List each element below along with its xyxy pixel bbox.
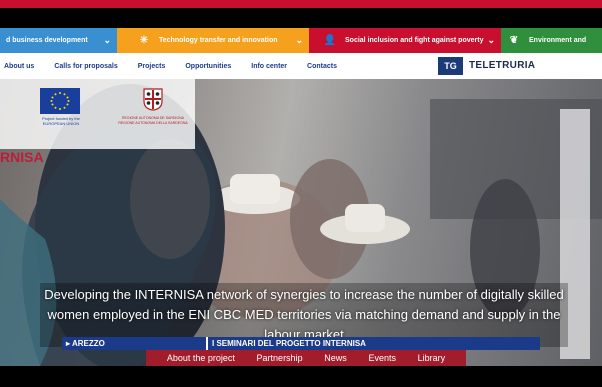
nav-calls-for-proposals[interactable]: Calls for proposals: [54, 63, 117, 70]
topic-label: Social inclusion and fight against pover…: [345, 37, 484, 44]
topic-social-inclusion[interactable]: 👤 Social inclusion and fight against pov…: [309, 28, 501, 53]
topic-label: Environment and: [529, 37, 587, 44]
tv-channel-name: TELETRURIA: [469, 60, 536, 71]
project-subnav: About the project Partnership News Event…: [146, 350, 466, 366]
ticker-location: ▸ AREZZO: [62, 337, 206, 350]
leaf-icon: ❦: [509, 35, 519, 46]
subnav-library[interactable]: Library: [418, 353, 446, 363]
topic-label: Technology transfer and innovation: [159, 37, 278, 44]
sun-icon: ✳: [139, 35, 149, 46]
topic-business-development[interactable]: d business development ⌄: [0, 28, 117, 53]
chevron-down-icon: ⌄: [295, 35, 303, 45]
nav-about-us[interactable]: About us: [4, 63, 34, 70]
topic-label: d business development: [6, 37, 88, 44]
person-icon: 👤: [323, 35, 337, 46]
topic-environment[interactable]: ❦ Environment and: [501, 28, 602, 53]
sardinia-caption: REGIONE AUTONOMA DE SARDIGNA REGIONE AUT…: [118, 116, 188, 125]
topic-technology-transfer[interactable]: ✳ Technology transfer and innovation ⌄: [117, 28, 309, 53]
nav-info-center[interactable]: Info center: [251, 63, 287, 70]
tv-channel-logo: TG: [438, 57, 463, 75]
subnav-about-the-project[interactable]: About the project: [167, 353, 235, 363]
main-navbar: About us Calls for proposals Projects Op…: [0, 53, 602, 79]
nav-opportunities[interactable]: Opportunities: [185, 63, 231, 70]
eu-flag-icon: [40, 88, 80, 114]
brand-fragment: RNISA: [0, 149, 44, 165]
eu-caption: Project funded by the EUROPEAN UNION: [42, 116, 80, 126]
chevron-down-icon: ⌄: [103, 35, 111, 45]
news-ticker: ▸ AREZZO I SEMINARI DEL PROGETTO INTERNI…: [62, 337, 540, 350]
nav-projects[interactable]: Projects: [138, 63, 166, 70]
chevron-down-icon: ⌄: [487, 35, 495, 45]
logo-panel: Project funded by the EUROPEAN UNION REG…: [0, 79, 195, 149]
hero-video-area: Project funded by the EUROPEAN UNION REG…: [0, 79, 602, 366]
nav-contacts[interactable]: Contacts: [307, 63, 337, 70]
top-red-strip: [0, 0, 602, 8]
ticker-headline: I SEMINARI DEL PROGETTO INTERNISA: [206, 337, 540, 350]
subnav-news[interactable]: News: [324, 353, 347, 363]
subnav-partnership[interactable]: Partnership: [257, 353, 303, 363]
sardinia-crest-icon: [142, 87, 164, 111]
video-frame: d business development ⌄ ✳ Technology tr…: [0, 0, 602, 387]
nav-links: About us Calls for proposals Projects Op…: [0, 53, 353, 79]
subnav-events[interactable]: Events: [368, 353, 396, 363]
topic-bar: d business development ⌄ ✳ Technology tr…: [0, 28, 602, 53]
